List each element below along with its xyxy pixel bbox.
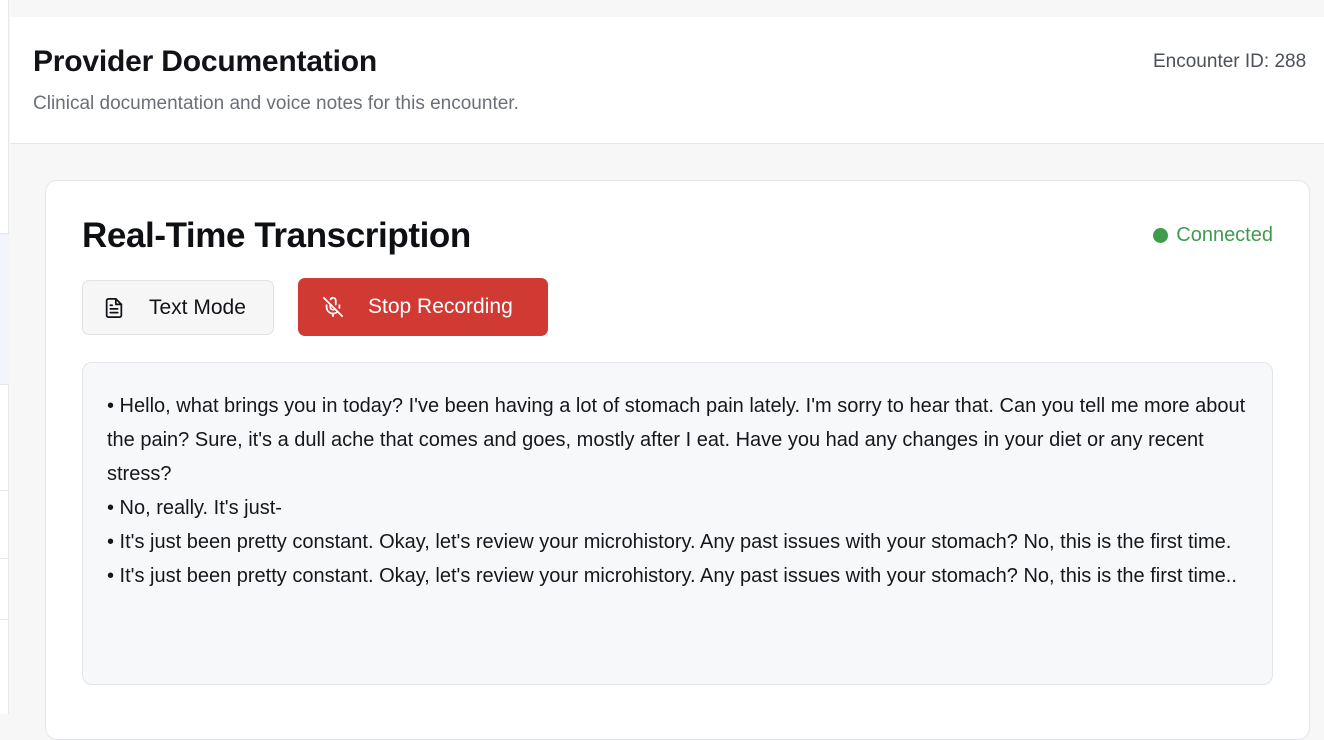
transcription-card: Real-Time Transcription Connected Text M… [45,180,1310,740]
sidebar-divider [0,619,9,620]
page-header: Provider Documentation Clinical document… [10,17,1324,144]
sidebar [0,0,9,714]
text-mode-button[interactable]: Text Mode [82,280,274,335]
transcript-line: • No, really. It's just- [107,497,282,519]
status-dot-icon [1153,228,1169,243]
connection-status: Connected [1153,224,1273,247]
card-title: Real-Time Transcription [82,216,471,255]
transcript-box: • Hello, what brings you in today? I've … [82,362,1273,685]
sidebar-active-item[interactable] [0,233,9,385]
document-icon [103,297,125,319]
text-mode-label: Text Mode [149,295,246,319]
page-title: Provider Documentation [33,45,377,78]
sidebar-divider [0,490,9,491]
transcript-line: • It's just been pretty constant. Okay, … [107,531,1232,553]
mic-off-icon [322,296,344,318]
encounter-id: Encounter ID: 288 [1153,51,1307,72]
page-subtitle: Clinical documentation and voice notes f… [33,93,519,114]
status-label: Connected [1176,224,1273,246]
transcript-line: • It's just been pretty constant. Okay, … [107,565,1237,587]
sidebar-divider [0,558,9,559]
transcript-line: • Hello, what brings you in today? I've … [107,395,1246,485]
stop-recording-label: Stop Recording [368,295,513,318]
stop-recording-button[interactable]: Stop Recording [298,278,548,336]
